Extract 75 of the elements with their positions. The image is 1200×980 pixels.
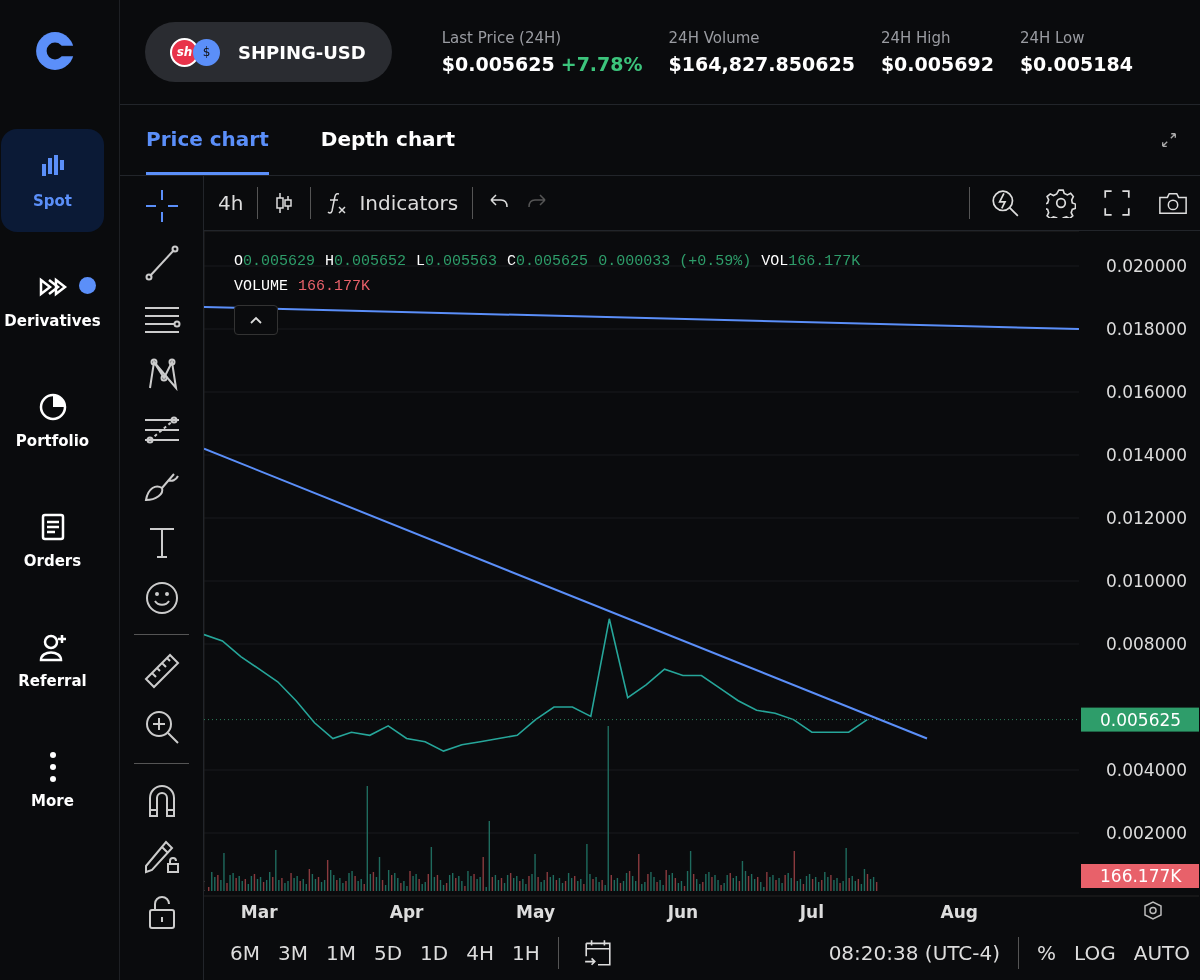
chevron-up-icon [249,315,263,325]
volume-value: 166.177K [788,253,861,270]
ohlc-key: L [416,253,426,270]
interval-button[interactable]: 4h [218,191,244,215]
stat-label: 24H Low [1019,29,1086,47]
range-button[interactable]: 5D [373,941,403,965]
quote-logo: $ [193,38,220,66]
volume-indicator-value: 166.177K [298,278,371,295]
stat-label: 24H High [880,29,952,47]
collapse-button[interactable] [234,305,278,335]
stat-value: $0.005692 [880,53,994,75]
expand-icon[interactable] [1160,131,1178,149]
price-tag: 0.005625 [1081,707,1199,732]
range-button[interactable]: 4H [466,941,494,965]
price-change: +7.78% [560,53,643,75]
axis-settings-icon[interactable] [1144,901,1162,920]
price-axis-label: 0.002000 [1106,823,1188,843]
scale-option[interactable]: LOG [1074,941,1116,965]
range-button[interactable]: 3M [278,941,308,965]
ohlc-key: O [234,253,243,270]
ohlc-key: H [325,253,335,270]
ohlc-key: C [507,253,517,270]
ohlc-value: 0.005629 [243,253,316,270]
scale-option[interactable]: AUTO [1133,941,1190,965]
ohlc-value: 0.005652 [334,253,407,270]
time-axis-label: Mar [240,902,278,922]
change-value: 0.000033 (+0.59%) [598,253,752,270]
price-axis-label: 0.004000 [1106,760,1188,780]
ohlc-value: 0.005625 [516,253,589,270]
sidebar-item[interactable]: Derivatives [1,249,104,352]
volume-tag: 166.177K [1081,864,1199,888]
stat-label: 24H Volume [668,29,761,47]
time-axis-label: Aug [940,902,978,922]
stat-value: $164,827.850625 [668,53,855,75]
more-icon [49,751,56,782]
time-axis-label: Jun [667,902,699,922]
stat-label: Last Price (24H) [441,29,563,47]
volume-key: VOL [761,253,789,270]
range-button[interactable]: 6M [230,941,260,965]
pair-name: SHPING-USD [238,41,366,63]
sidebar-item[interactable]: Spot [1,129,104,232]
time-axis-label: Jul [799,902,825,922]
price-axis-label: 0.016000 [1106,382,1188,402]
fullscreen-icon[interactable] [1102,188,1132,218]
alert-search-icon[interactable] [990,188,1020,218]
chart-tab[interactable]: Price chart [146,105,269,175]
indicators-button[interactable]: Indicators [325,191,459,215]
sidebar-item[interactable]: More [1,729,104,832]
stat-value: $0.005625 [441,53,555,75]
clock-time: 08:20:38 (UTC-4) [828,941,1001,965]
price-axis-label: 0.018000 [1106,319,1188,339]
range-button[interactable]: 1D [420,941,449,965]
price-axis-label: 0.020000 [1106,256,1188,276]
pair-selector[interactable]: sh $ SHPING-USD [145,22,392,82]
trend-line[interactable] [204,305,1079,330]
settings-icon[interactable] [1046,188,1076,218]
logo-icon[interactable] [33,30,76,72]
range-button[interactable]: 1M [325,941,356,965]
price-axis-label: 0.014000 [1106,445,1188,465]
calendar-icon[interactable] [582,938,613,968]
ohlc-value: 0.005563 [425,253,498,270]
sidebar-item[interactable]: Referral [1,609,104,712]
time-axis-label: May [516,902,556,922]
pie-icon [37,391,68,422]
stat-value: $0.005184 [1019,53,1133,75]
scale-option[interactable]: % [1037,941,1057,965]
range-button[interactable]: 1H [511,941,540,965]
price-axis-label: 0.012000 [1106,508,1188,528]
sidebar-item[interactable]: Portfolio [1,369,104,472]
time-axis-label: Apr [389,902,424,922]
chart-tab[interactable]: Depth chart [320,105,456,175]
price-axis-label: 0.008000 [1106,634,1188,654]
volume-indicator-label: VOLUME [234,278,288,295]
price-axis-label: 0.010000 [1106,571,1188,591]
sidebar-item[interactable]: Orders [1,489,104,592]
